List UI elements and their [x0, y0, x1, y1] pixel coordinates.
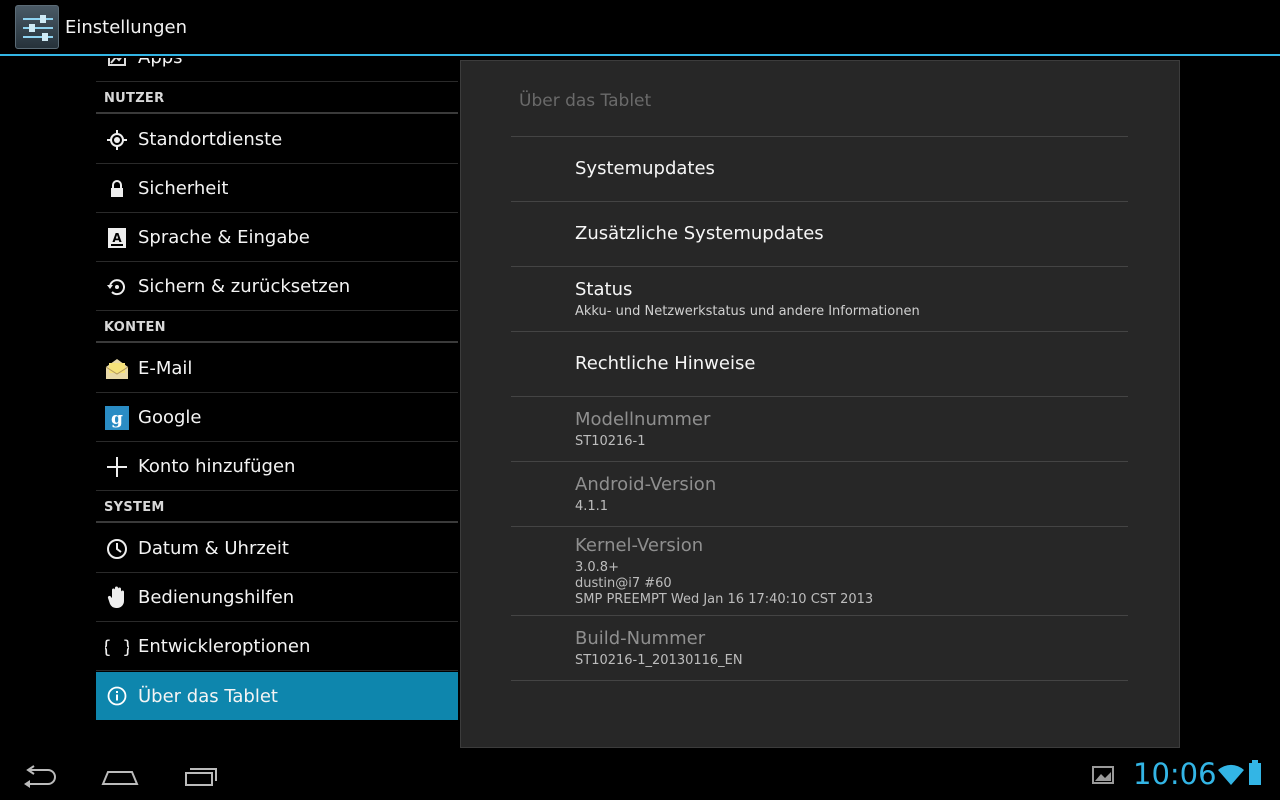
home-button[interactable]	[90, 760, 150, 792]
section-header-system: SYSTEM	[96, 493, 458, 523]
sidebar-item-sicherheit[interactable]: Sicherheit	[96, 165, 458, 213]
system-bar: 10:06	[0, 752, 1280, 800]
pref-title: Kernel-Version	[575, 535, 704, 556]
google-g-icon: g	[96, 394, 138, 442]
sidebar-item-apps[interactable]: Apps	[96, 58, 458, 82]
pref-summary-line: 3.0.8+	[575, 560, 619, 575]
sidebar-item-label: Sichern & zurücksetzen	[138, 276, 351, 297]
recent-apps-icon	[185, 768, 217, 786]
settings-sliders-icon[interactable]	[15, 5, 59, 49]
pref-title: Systemupdates	[575, 158, 715, 179]
wifi-icon	[1218, 764, 1244, 785]
section-header-konten: KONTEN	[96, 313, 458, 343]
pref-title: Android-Version	[575, 474, 717, 495]
pref-status[interactable]: Status Akku- und Netzwerkstatus und ande…	[511, 267, 1128, 332]
battery-icon	[1249, 760, 1261, 785]
sidebar-item-konto-hinzufuegen[interactable]: Konto hinzufügen	[96, 443, 458, 491]
pref-rechtliche-hinweise[interactable]: Rechtliche Hinweise	[511, 332, 1128, 397]
sidebar-item-sichern[interactable]: Sichern & zurücksetzen	[96, 263, 458, 311]
sidebar-item-email[interactable]: E-Mail	[96, 345, 458, 393]
action-bar: Einstellungen	[0, 0, 1280, 56]
apps-icon	[96, 58, 138, 82]
gallery-notification-icon[interactable]	[1092, 764, 1114, 786]
pref-build-nummer: Build-Nummer ST10216-1_20130116_EN	[511, 616, 1128, 681]
sidebar-item-label: Datum & Uhrzeit	[138, 538, 289, 559]
pref-title: Zusätzliche Systemupdates	[575, 223, 824, 244]
pref-summary-line: dustin@i7 #60	[575, 576, 672, 591]
pref-title: Build-Nummer	[575, 628, 706, 649]
plus-icon	[96, 443, 138, 491]
pref-title: Status	[575, 279, 633, 300]
sidebar-item-label: Bedienungshilfen	[138, 587, 295, 608]
sidebar-item-label: Standortdienste	[138, 129, 283, 150]
recent-apps-button[interactable]	[170, 760, 230, 792]
sidebar-item-label: Apps	[138, 58, 183, 68]
sidebar-item-standortdienste[interactable]: Standortdienste	[96, 116, 458, 164]
pane-title: Über das Tablet	[519, 91, 652, 111]
pref-summary: ST10216-1_20130116_EN	[575, 653, 743, 668]
braces-icon: { }	[96, 623, 138, 671]
sidebar-item-label: Konto hinzufügen	[138, 456, 296, 477]
pref-title: Modellnummer	[575, 409, 711, 430]
sidebar-item-google[interactable]: g Google	[96, 394, 458, 442]
sidebar-item-label: Über das Tablet	[138, 685, 278, 707]
clock-icon	[96, 525, 138, 573]
pref-summary-line: SMP PREEMPT Wed Jan 16 17:40:10 CST 2013	[575, 592, 874, 607]
sidebar-item-sprache[interactable]: A Sprache & Eingabe	[96, 214, 458, 262]
back-icon	[24, 765, 56, 788]
sidebar-item-label: Google	[138, 407, 202, 428]
pref-title: Rechtliche Hinweise	[575, 353, 756, 374]
pref-summary: Akku- und Netzwerkstatus und andere Info…	[575, 304, 920, 319]
detail-pane: Über das Tablet Systemupdates Zusätzlich…	[460, 60, 1180, 748]
svg-text:g: g	[111, 409, 123, 429]
pref-summary: 4.1.1	[575, 499, 609, 514]
section-header-nutzer: NUTZER	[96, 84, 458, 114]
keyboard-a-icon: A	[96, 214, 138, 262]
svg-text:{ }: { }	[105, 637, 129, 658]
pref-systemupdates[interactable]: Systemupdates	[511, 137, 1128, 202]
sidebar-item-label: E-Mail	[138, 358, 193, 379]
sidebar-item-label: Sicherheit	[138, 178, 229, 199]
svg-text:A: A	[112, 231, 122, 245]
sidebar-item-label: Sprache & Eingabe	[138, 227, 310, 248]
pref-zusaetzliche-systemupdates[interactable]: Zusätzliche Systemupdates	[511, 202, 1128, 267]
pref-modellnummer: Modellnummer ST10216-1	[511, 397, 1128, 462]
pref-kernel-version: Kernel-Version 3.0.8+ dustin@i7 #60 SMP …	[511, 527, 1128, 616]
home-icon	[101, 771, 139, 785]
settings-sidebar[interactable]: Apps NUTZER Standortdienste Sicherheit A…	[96, 58, 458, 722]
info-icon	[96, 672, 138, 720]
lock-icon	[96, 165, 138, 213]
hand-icon	[96, 574, 138, 622]
sidebar-item-ueber-das-tablet[interactable]: Über das Tablet	[96, 672, 458, 720]
app-title: Einstellungen	[65, 16, 188, 38]
backup-restore-icon	[96, 263, 138, 311]
sidebar-item-datum[interactable]: Datum & Uhrzeit	[96, 525, 458, 573]
email-envelope-icon	[96, 345, 138, 393]
clock[interactable]: 10:06	[1133, 757, 1217, 791]
pref-android-version[interactable]: Android-Version 4.1.1	[511, 462, 1128, 527]
sidebar-item-label: Entwickleroptionen	[138, 636, 311, 657]
sidebar-item-entwickleroptionen[interactable]: { } Entwickleroptionen	[96, 623, 458, 671]
location-icon	[96, 116, 138, 164]
back-button[interactable]	[10, 760, 70, 792]
sidebar-item-bedienungshilfen[interactable]: Bedienungshilfen	[96, 574, 458, 622]
pref-summary: ST10216-1	[575, 434, 646, 449]
